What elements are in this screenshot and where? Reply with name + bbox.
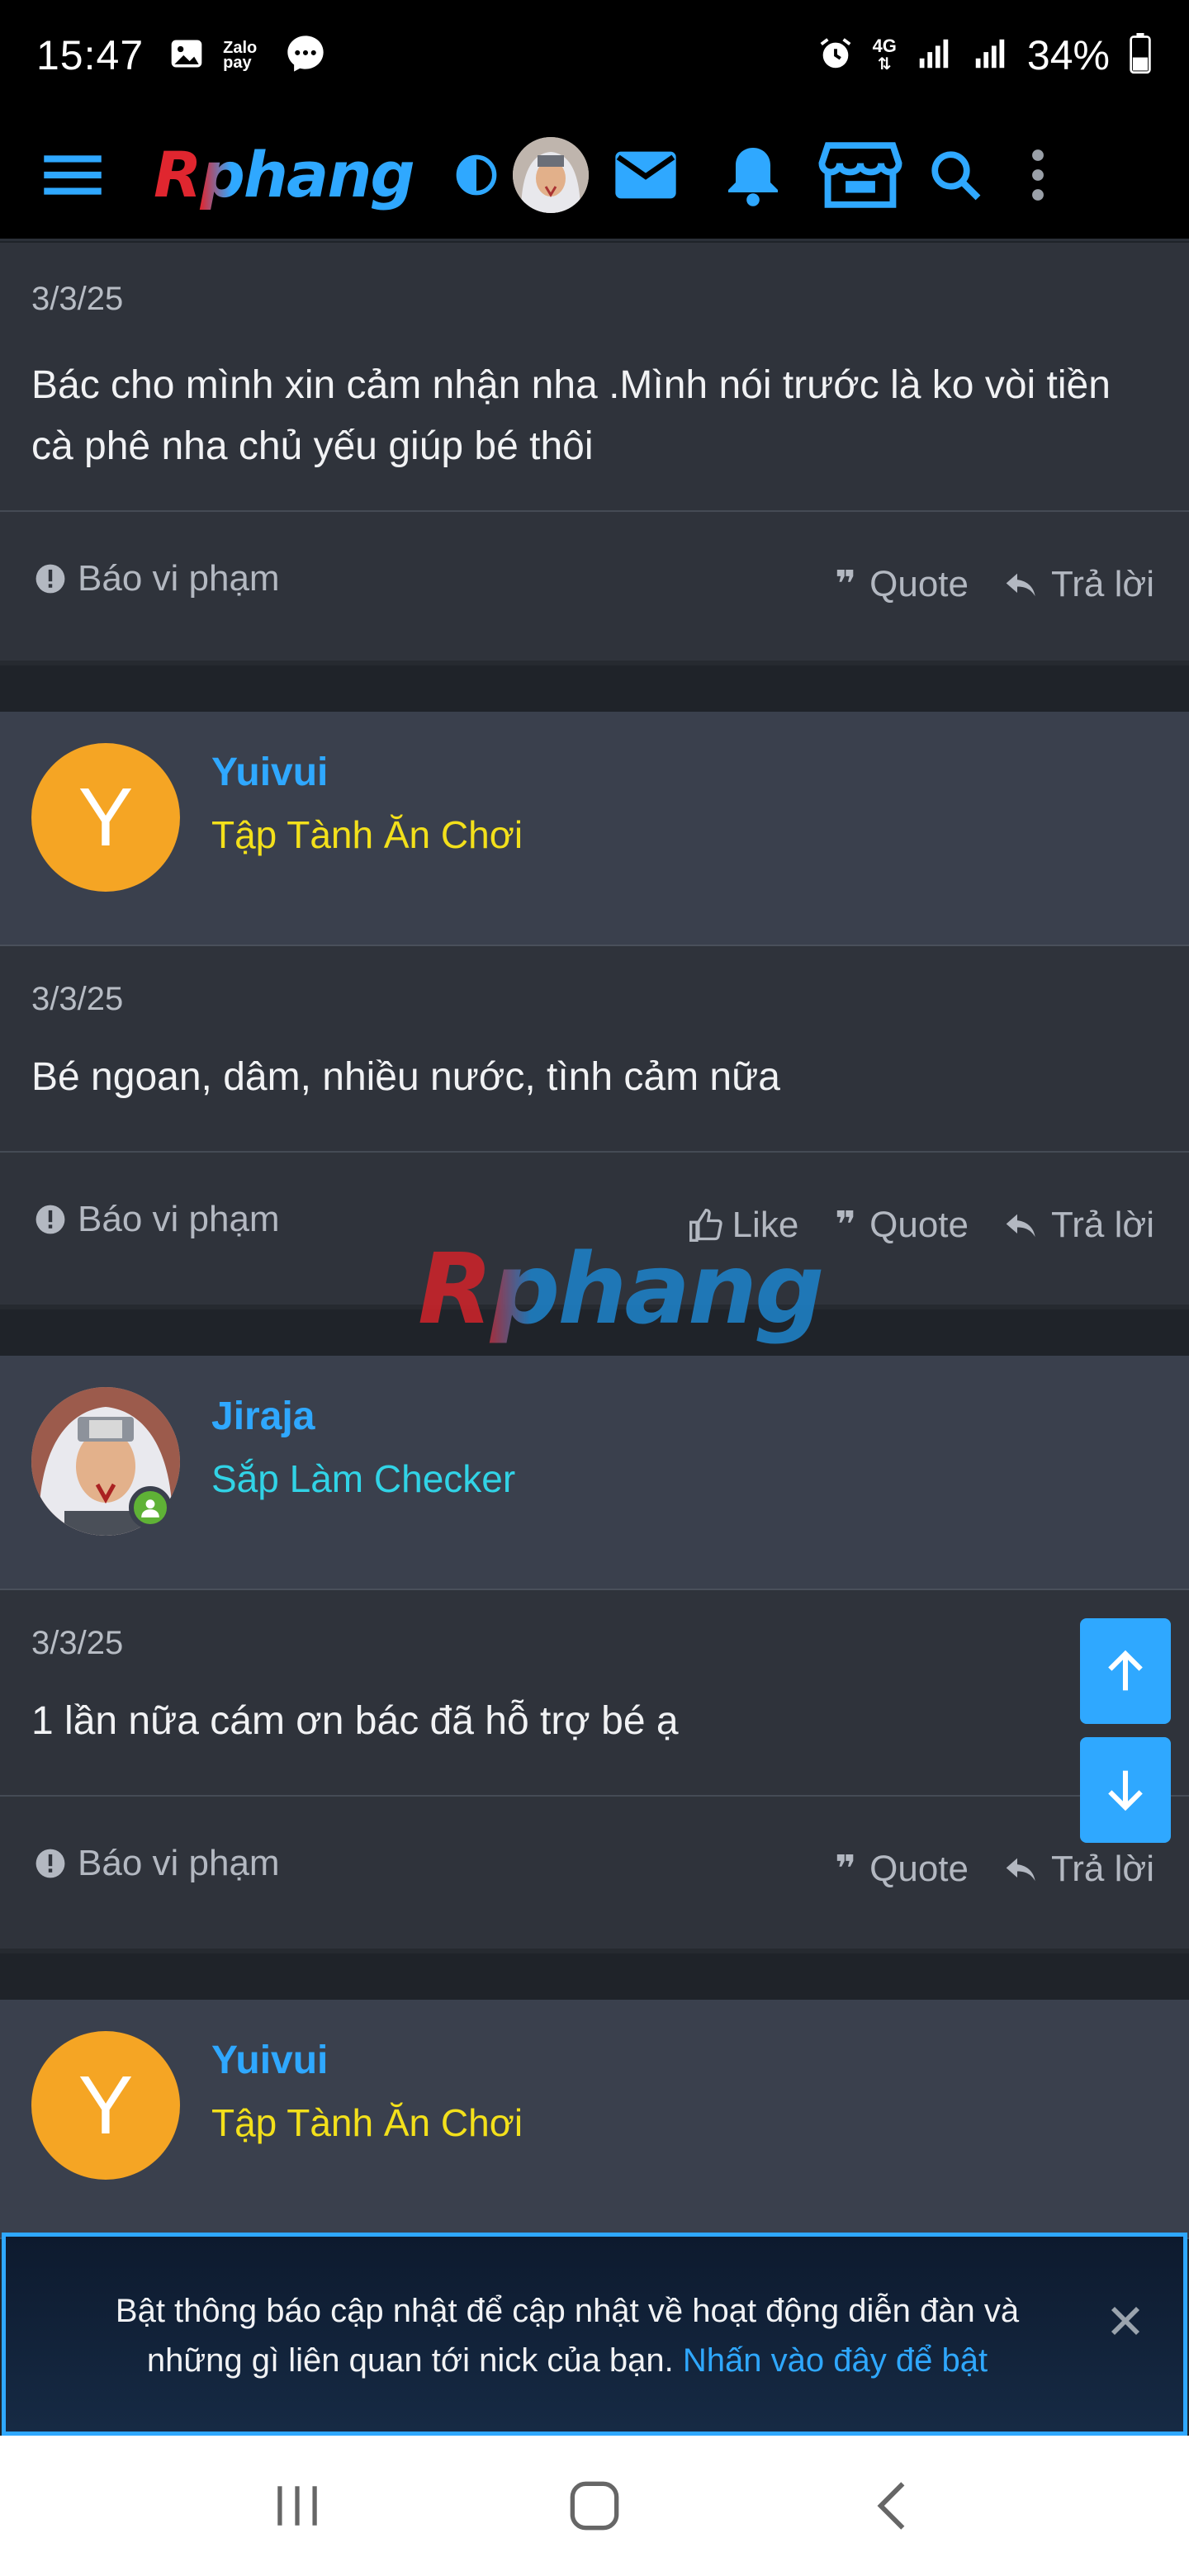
back-icon (877, 2482, 905, 2530)
username[interactable]: Yuivui (211, 750, 328, 795)
header-icons (443, 121, 1079, 229)
user-title: Tập Tành Ăn Chơi (211, 813, 523, 856)
post-date[interactable]: 3/3/25 (31, 981, 123, 1018)
site-logo[interactable]: Rphang (154, 138, 415, 211)
mail-icon[interactable] (592, 121, 699, 229)
app-header: Rphang (0, 111, 1189, 241)
post-date[interactable]: 3/3/25 (31, 1625, 123, 1662)
battery-percent: 34% (1026, 32, 1110, 78)
quote-button[interactable]: ❞ Quote (835, 563, 969, 605)
post-body: 3/3/25 1 lần nữa cám ơn bác đã hỗ trợ bé… (0, 1590, 1189, 1797)
reply-button[interactable]: Trả lời (1005, 1849, 1154, 1890)
reply-button[interactable]: Trả lời (1005, 1205, 1154, 1246)
status-time: 15:47 (36, 32, 144, 78)
post-actions: ❞ Quote Trả lời (835, 1848, 1154, 1890)
user-card: Y Yuivui Tập Tành Ăn Chơi (0, 712, 1189, 946)
theme-toggle-icon[interactable] (443, 121, 509, 229)
report-label: Báo vi phạm (78, 558, 280, 599)
report-label: Báo vi phạm (78, 1843, 280, 1883)
alert-icon (36, 564, 65, 594)
push-notification-banner: Bật thông báo cập nhật để cập nhật về ho… (2, 2233, 1187, 2436)
home-icon (570, 2481, 619, 2531)
alarm-icon (817, 35, 855, 77)
user-avatar[interactable] (509, 121, 592, 229)
report-link[interactable]: Báo vi phạm (35, 1843, 280, 1884)
search-icon[interactable] (914, 121, 997, 229)
scroll-top-button[interactable] (1080, 1618, 1171, 1724)
signal-icon (915, 35, 953, 77)
post-text: Bé ngoan, dâm, nhiều nước, tình cảm nữa (31, 1055, 780, 1099)
quote-label: Quote (869, 1848, 969, 1889)
signal-icon (971, 35, 1009, 77)
messenger-icon (284, 32, 327, 79)
store-icon[interactable] (807, 121, 914, 229)
status-left-icons: Zalo pay (168, 32, 327, 79)
post-text: Bác cho mình xin cảm nhận nha .Mình nói … (31, 363, 1111, 468)
arrow-up-icon (1108, 1650, 1143, 1691)
reply-label: Trả lời (1051, 1204, 1154, 1245)
enable-notifications-link[interactable]: Nhấn vào đây để bật (683, 2342, 988, 2379)
notification-text: Bật thông báo cập nhật để cập nhật về ho… (80, 2286, 1054, 2385)
reply-button[interactable]: Trả lời (1005, 564, 1154, 605)
arrow-down-icon (1108, 1770, 1143, 1811)
report-link[interactable]: Báo vi phạm (35, 1199, 280, 1240)
status-right-icons: 4G ⇅ 34% (817, 31, 1153, 79)
zalopay-label: Zalo pay (223, 39, 258, 72)
network-type: 4G (872, 36, 897, 56)
battery-icon (1128, 32, 1153, 78)
post-actions: ❞ Quote Trả lời (835, 563, 1154, 605)
more-vert-icon[interactable] (997, 121, 1079, 229)
username[interactable]: Yuivui (211, 2038, 328, 2083)
quote-icon: ❞ (835, 564, 857, 604)
report-label: Báo vi phạm (78, 1199, 280, 1239)
avatar-image (512, 136, 589, 213)
quote-button[interactable]: ❞ Quote (835, 1204, 969, 1246)
online-status-icon (129, 1486, 172, 1529)
avatar[interactable]: Y (31, 743, 180, 892)
quote-button[interactable]: ❞ Quote (835, 1848, 969, 1890)
close-icon[interactable] (1101, 2296, 1150, 2346)
alert-icon (36, 1849, 65, 1878)
user-card: Y Yuivui Tập Tành Ăn Chơi (0, 2000, 1189, 2239)
quote-icon: ❞ (835, 1205, 857, 1245)
quote-icon: ❞ (835, 1849, 857, 1889)
avatar[interactable]: Y (31, 2031, 180, 2180)
post-separator (0, 1953, 1189, 2000)
post-footer: Báo vi phạm ❞ Quote Trả lời (0, 510, 1189, 665)
quote-label: Quote (869, 563, 969, 604)
recent-apps-button[interactable] (248, 2456, 347, 2555)
avatar-initial: Y (78, 770, 134, 864)
post-body: 3/3/25 Bé ngoan, dâm, nhiều nước, tình c… (0, 946, 1189, 1153)
home-button[interactable] (545, 2456, 644, 2555)
post-date[interactable]: 3/3/25 (31, 281, 123, 318)
gallery-icon (168, 36, 205, 76)
reply-icon (1006, 1214, 1035, 1237)
alert-icon (36, 1205, 65, 1234)
post-body: 3/3/25 Bác cho mình xin cảm nhận nha .Mì… (0, 243, 1189, 512)
zalopay-icon: Zalo pay (223, 39, 266, 72)
bell-icon[interactable] (699, 121, 807, 229)
reply-label: Trả lời (1051, 1848, 1154, 1889)
reply-icon (1006, 573, 1035, 596)
post-text: 1 lần nữa cám ơn bác đã hỗ trợ bé ạ (31, 1699, 679, 1743)
reply-label: Trả lời (1051, 563, 1154, 604)
post-footer: Báo vi phạm ❞ Quote Trả lời (0, 1795, 1189, 1953)
user-card: Jiraja Sắp Làm Checker (0, 1356, 1189, 1590)
back-button[interactable] (842, 2456, 941, 2555)
menu-icon[interactable] (41, 150, 104, 200)
reply-icon (1006, 1858, 1035, 1881)
scroll-bottom-button[interactable] (1080, 1737, 1171, 1843)
avatar-initial: Y (78, 2058, 134, 2152)
system-nav-bar (0, 2436, 1189, 2576)
user-title: Tập Tành Ăn Chơi (211, 2101, 523, 2144)
post-separator (0, 665, 1189, 712)
quote-label: Quote (869, 1204, 969, 1245)
watermark-logo: Rphang (418, 1232, 824, 1346)
recents-icon (277, 2486, 317, 2526)
username[interactable]: Jiraja (211, 1394, 315, 1439)
user-title: Sắp Làm Checker (211, 1457, 516, 1500)
report-link[interactable]: Báo vi phạm (35, 558, 280, 599)
status-bar: 15:47 Zalo pay 4G ⇅ 34% (0, 0, 1189, 111)
4g-data-icon: 4G ⇅ (872, 36, 897, 74)
